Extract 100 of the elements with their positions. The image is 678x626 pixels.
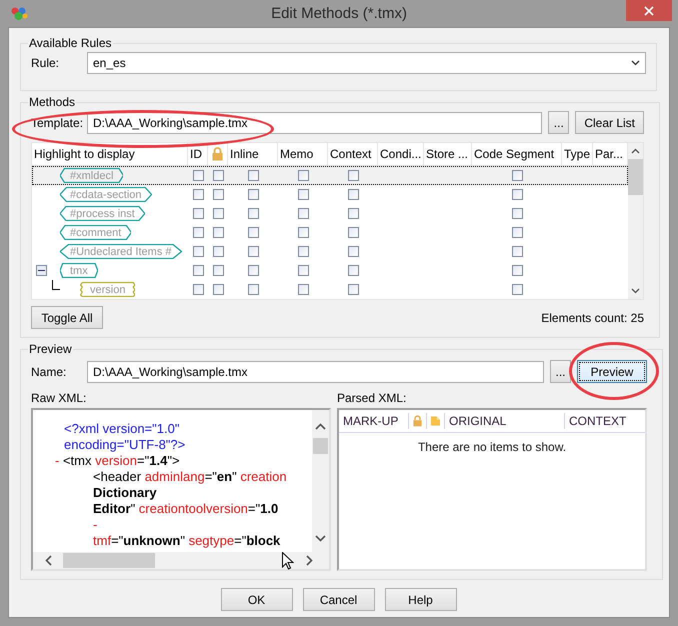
dialog-button[interactable]: OK <box>220 588 292 611</box>
preview-button[interactable]: Preview <box>577 360 647 383</box>
scroll-right-icon[interactable] <box>306 555 312 566</box>
collapse-toggle[interactable] <box>36 265 47 276</box>
checkbox[interactable] <box>348 189 358 200</box>
checkbox[interactable] <box>348 227 358 238</box>
app-icon <box>10 6 28 22</box>
scrollbar-thumb[interactable] <box>63 553 155 568</box>
checkbox[interactable] <box>212 265 224 276</box>
checkbox[interactable] <box>248 265 258 276</box>
element-tag: #process inst <box>60 206 145 221</box>
attribute-tag: version <box>80 282 136 297</box>
dialog-button[interactable]: Help <box>384 588 456 611</box>
scroll-down-icon[interactable] <box>631 288 640 294</box>
checkbox[interactable] <box>298 189 308 200</box>
checkbox[interactable] <box>192 170 204 181</box>
checkbox[interactable] <box>192 227 204 238</box>
checkbox[interactable] <box>512 170 522 181</box>
template-field[interactable]: D:\AAA_Working\sample.tmx <box>87 112 542 134</box>
checkbox[interactable] <box>298 227 308 238</box>
checkbox[interactable] <box>192 265 204 276</box>
tree-connector <box>52 280 60 290</box>
checkbox[interactable] <box>248 189 258 200</box>
group-title: Available Rules <box>28 36 112 50</box>
checkbox[interactable] <box>212 208 224 219</box>
checkbox[interactable] <box>248 227 258 238</box>
scroll-left-icon[interactable] <box>44 555 52 566</box>
rule-dropdown[interactable]: en_es <box>87 52 646 74</box>
checkbox[interactable] <box>348 284 358 295</box>
column-header[interactable]: Highlight to display <box>34 147 135 161</box>
element-tag: #comment <box>60 225 132 240</box>
checkbox[interactable] <box>212 284 224 295</box>
checkbox[interactable] <box>512 246 522 257</box>
scroll-up-icon[interactable] <box>315 422 326 430</box>
name-field[interactable]: D:\AAA_Working\sample.tmx <box>87 360 544 382</box>
code-line: Dictionary <box>93 485 157 501</box>
note-icon <box>431 414 440 428</box>
column-header[interactable]: Par... <box>595 147 624 161</box>
browse-button[interactable]: ... <box>550 360 571 383</box>
scroll-down-icon[interactable] <box>315 534 326 542</box>
dialog-button[interactable]: Cancel <box>302 588 374 611</box>
checkbox[interactable] <box>512 227 522 238</box>
scrollbar[interactable] <box>312 410 329 552</box>
checkbox[interactable] <box>298 170 308 181</box>
checkbox[interactable] <box>512 208 522 219</box>
window-title: Edit Methods (*.tmx) <box>270 5 408 22</box>
column-header[interactable]: MARK-UP <box>343 414 398 428</box>
toggle-all-button[interactable]: Toggle All <box>31 306 103 329</box>
checkbox[interactable] <box>212 227 224 238</box>
checkbox[interactable] <box>212 170 224 181</box>
clear-list-button[interactable]: Clear List <box>575 111 644 134</box>
checkbox[interactable] <box>192 189 204 200</box>
column-header[interactable]: Context <box>330 147 372 161</box>
checkbox[interactable] <box>192 208 204 219</box>
element-tag: tmx <box>60 263 98 278</box>
column-header[interactable]: ORIGINAL <box>449 414 506 428</box>
code-line: - <box>93 517 98 533</box>
lock-icon <box>212 147 223 161</box>
scrollbar[interactable] <box>33 552 329 569</box>
checkbox[interactable] <box>348 208 358 219</box>
checkbox[interactable] <box>298 208 308 219</box>
close-icon <box>644 6 654 16</box>
column-header[interactable]: Memo <box>280 147 314 161</box>
scrollbar-thumb[interactable] <box>313 438 328 454</box>
checkbox[interactable] <box>248 170 258 181</box>
column-header[interactable]: Code Segment <box>474 147 554 161</box>
close-button[interactable] <box>626 0 672 21</box>
scrollbar-thumb[interactable] <box>628 159 643 195</box>
checkbox[interactable] <box>192 284 204 295</box>
checkbox[interactable] <box>512 189 522 200</box>
checkbox[interactable] <box>192 246 204 257</box>
checkbox[interactable] <box>298 284 308 295</box>
scrollbar[interactable] <box>628 143 643 299</box>
checkbox[interactable] <box>212 246 224 257</box>
checkbox[interactable] <box>348 170 358 181</box>
lock-icon <box>413 414 422 428</box>
checkbox[interactable] <box>348 246 358 257</box>
column-header[interactable]: CONTEXT <box>569 414 626 428</box>
checkbox[interactable] <box>248 246 258 257</box>
checkbox[interactable] <box>298 265 308 276</box>
field-label: Name: <box>31 364 68 378</box>
scroll-up-icon[interactable] <box>631 148 640 154</box>
checkbox[interactable] <box>298 246 308 257</box>
element-tag: #cdata-section <box>60 187 152 202</box>
checkbox[interactable] <box>512 265 522 276</box>
checkbox[interactable] <box>248 284 258 295</box>
group-title: Methods <box>28 95 76 109</box>
column-header[interactable]: Condi... <box>380 147 422 161</box>
column-header[interactable]: ID <box>190 147 202 161</box>
group-title: Preview <box>28 342 73 356</box>
column-header[interactable]: Inline <box>230 147 259 161</box>
browse-button[interactable]: ... <box>548 111 570 134</box>
checkbox[interactable] <box>512 284 522 295</box>
field-label: Rule: <box>31 56 60 70</box>
column-header[interactable]: Store ... <box>426 147 468 161</box>
checkbox[interactable] <box>348 265 358 276</box>
elements-count: Elements count: 25 <box>541 310 644 324</box>
checkbox[interactable] <box>248 208 258 219</box>
checkbox[interactable] <box>212 189 224 200</box>
column-header[interactable]: Type <box>564 147 590 161</box>
